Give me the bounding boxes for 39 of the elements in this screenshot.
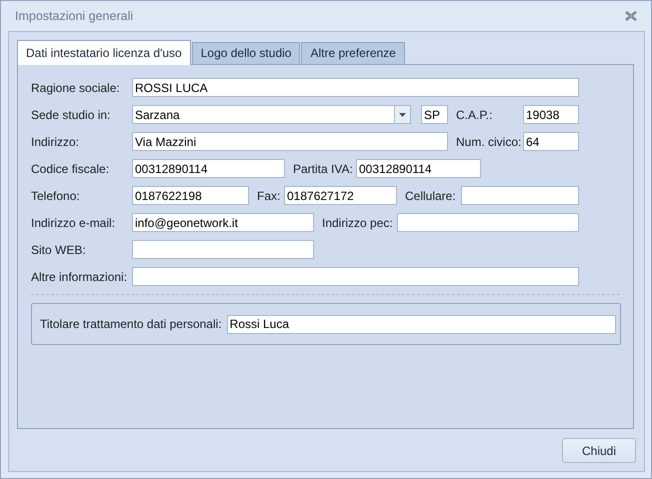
caret-icon: [399, 112, 406, 116]
window-title: Impostazioni generali: [15, 8, 134, 25]
dropdown-button[interactable]: [395, 105, 411, 124]
text-field[interactable]: 00312890114: [132, 159, 285, 178]
text-field[interactable]: [132, 240, 314, 259]
field-label: C.A.P.:: [456, 106, 494, 124]
tab[interactable]: Altre preferenze: [301, 42, 405, 64]
field-label: Telefono:: [31, 188, 81, 204]
close-icon[interactable]: [625, 11, 637, 21]
field-label: Titolare trattamento dati personali:: [40, 316, 222, 333]
field-label: Ragione sociale:: [31, 80, 121, 96]
field-label: Sito WEB:: [31, 242, 87, 258]
tab[interactable]: Dati intestatario licenza d'uso: [17, 40, 191, 65]
text-field[interactable]: 19038: [523, 105, 579, 124]
text-field[interactable]: 64: [523, 132, 579, 151]
text-field[interactable]: ROSSI LUCA: [132, 78, 579, 97]
field-label: Indirizzo pec:: [322, 214, 394, 232]
field-label: Indirizzo e-mail:: [31, 214, 116, 232]
text-field[interactable]: [132, 267, 579, 286]
close-button[interactable]: Chiudi: [562, 438, 636, 463]
field-label: Cellulare:: [405, 188, 457, 204]
text-field[interactable]: [397, 213, 579, 232]
field-label: Partita IVA:: [293, 160, 354, 178]
field-label: Altre informazioni:: [31, 268, 128, 286]
text-field[interactable]: [461, 186, 579, 205]
field-label: Sede studio in:: [31, 106, 112, 124]
field-label: Num. civico:: [456, 134, 522, 150]
field-label: Codice fiscale:: [31, 160, 110, 178]
text-field[interactable]: 0187627172: [284, 186, 397, 205]
text-field[interactable]: Rossi Luca: [226, 314, 616, 334]
combo-field[interactable]: Sarzana: [132, 105, 395, 124]
tab[interactable]: Logo dello studio: [192, 42, 300, 64]
text-field[interactable]: info@geonetwork.it: [132, 213, 314, 232]
text-field[interactable]: Via Mazzini: [132, 132, 448, 151]
text-field[interactable]: SP: [421, 105, 448, 124]
text-field[interactable]: 00312890114: [356, 159, 481, 178]
field-label: Indirizzo:: [31, 134, 80, 150]
text-field[interactable]: 0187622198: [132, 186, 249, 205]
field-label: Fax:: [257, 188, 282, 204]
